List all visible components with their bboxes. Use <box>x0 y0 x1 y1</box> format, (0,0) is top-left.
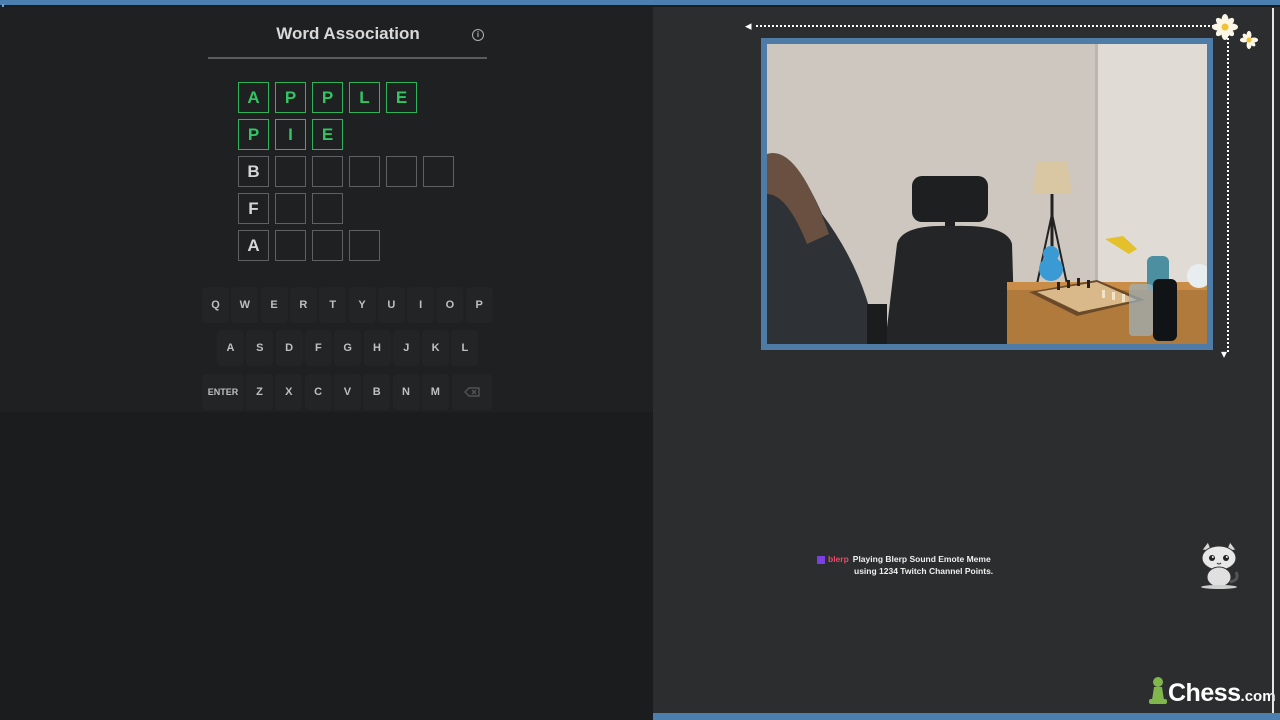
letter-tile: E <box>386 82 417 113</box>
key-n[interactable]: N <box>392 374 420 410</box>
letter-tile: F <box>238 193 269 224</box>
key-c[interactable]: C <box>304 374 332 410</box>
twitch-icon <box>817 555 825 564</box>
backspace-icon <box>464 387 480 397</box>
arrow-down-icon: ▾ <box>1221 347 1228 361</box>
key-w[interactable]: W <box>231 287 259 323</box>
key-e[interactable]: E <box>260 287 288 323</box>
dotted-border-top <box>756 25 1222 27</box>
alert-line-1: Playing Blerp Sound Emote Meme <box>852 554 991 564</box>
empty-tile <box>349 156 380 187</box>
key-q[interactable]: Q <box>202 287 229 323</box>
info-icon[interactable]: i <box>472 29 484 41</box>
enter-key[interactable]: ENTER <box>202 374 244 410</box>
blerp-logo: blerp <box>828 554 849 564</box>
key-r[interactable]: R <box>289 287 317 323</box>
game-title: Word Association <box>276 24 420 43</box>
empty-tile <box>275 193 306 224</box>
webcam-image <box>767 44 1207 344</box>
word-row: PIE <box>238 119 343 150</box>
title-divider <box>208 57 487 59</box>
dotted-border-right <box>1227 30 1229 352</box>
webcam-frame <box>761 38 1213 350</box>
key-i[interactable]: I <box>407 287 435 323</box>
key-g[interactable]: G <box>334 330 362 366</box>
key-b[interactable]: B <box>363 374 391 410</box>
letter-tile: L <box>349 82 380 113</box>
logo-main-text: Chess <box>1168 679 1241 707</box>
word-row: A <box>238 230 380 261</box>
word-game-panel: Word Association i APPLEPIEBFA QWERTYUIO… <box>0 7 653 720</box>
empty-tile <box>275 230 306 261</box>
letter-tile: P <box>238 119 269 150</box>
key-v[interactable]: V <box>333 374 361 410</box>
letter-tile: A <box>238 230 269 261</box>
letter-tile: I <box>275 119 306 150</box>
key-h[interactable]: H <box>363 330 391 366</box>
empty-tile <box>386 156 417 187</box>
letter-tile: P <box>275 82 306 113</box>
key-j[interactable]: J <box>392 330 420 366</box>
key-t[interactable]: T <box>319 287 347 323</box>
key-l[interactable]: L <box>451 330 479 366</box>
key-s[interactable]: S <box>246 330 274 366</box>
empty-tile <box>312 156 343 187</box>
right-edge-border <box>1272 8 1274 713</box>
key-m[interactable]: M <box>421 374 449 410</box>
key-x[interactable]: X <box>275 374 303 410</box>
empty-tile <box>423 156 454 187</box>
letter-tile: A <box>238 82 269 113</box>
cat-mascot-icon <box>1201 541 1239 589</box>
empty-tile <box>312 230 343 261</box>
word-row: B <box>238 156 454 187</box>
empty-tile <box>275 156 306 187</box>
chess-com-logo: Chess.com <box>1148 676 1276 708</box>
key-d[interactable]: D <box>275 330 303 366</box>
key-a[interactable]: A <box>217 330 244 366</box>
blerp-alert: blerp Playing Blerp Sound Emote Meme usin… <box>817 553 993 577</box>
letter-tile: B <box>238 156 269 187</box>
daisy-flower-icon <box>1212 14 1259 50</box>
letter-tile: P <box>312 82 343 113</box>
arrow-left-icon: ◂ <box>745 18 752 33</box>
word-game-area: Word Association i APPLEPIEBFA QWERTYUIO… <box>0 7 653 412</box>
stream-bottom-border <box>653 713 1280 720</box>
letter-tile: E <box>312 119 343 150</box>
webcam-feed <box>767 44 1207 344</box>
key-k[interactable]: K <box>422 330 450 366</box>
key-o[interactable]: O <box>436 287 464 323</box>
alert-line-2: using 1234 Twitch Channel Points. <box>854 566 994 576</box>
key-f[interactable]: F <box>304 330 332 366</box>
backspace-key[interactable] <box>452 374 492 410</box>
key-p[interactable]: P <box>465 287 493 323</box>
key-z[interactable]: Z <box>246 374 273 410</box>
word-row: F <box>238 193 343 224</box>
key-y[interactable]: Y <box>348 287 376 323</box>
logo-suffix-text: .com <box>1240 688 1276 705</box>
word-row: APPLE <box>238 82 417 113</box>
key-u[interactable]: U <box>377 287 405 323</box>
empty-tile <box>312 193 343 224</box>
empty-tile <box>349 230 380 261</box>
pawn-icon <box>1149 677 1167 704</box>
